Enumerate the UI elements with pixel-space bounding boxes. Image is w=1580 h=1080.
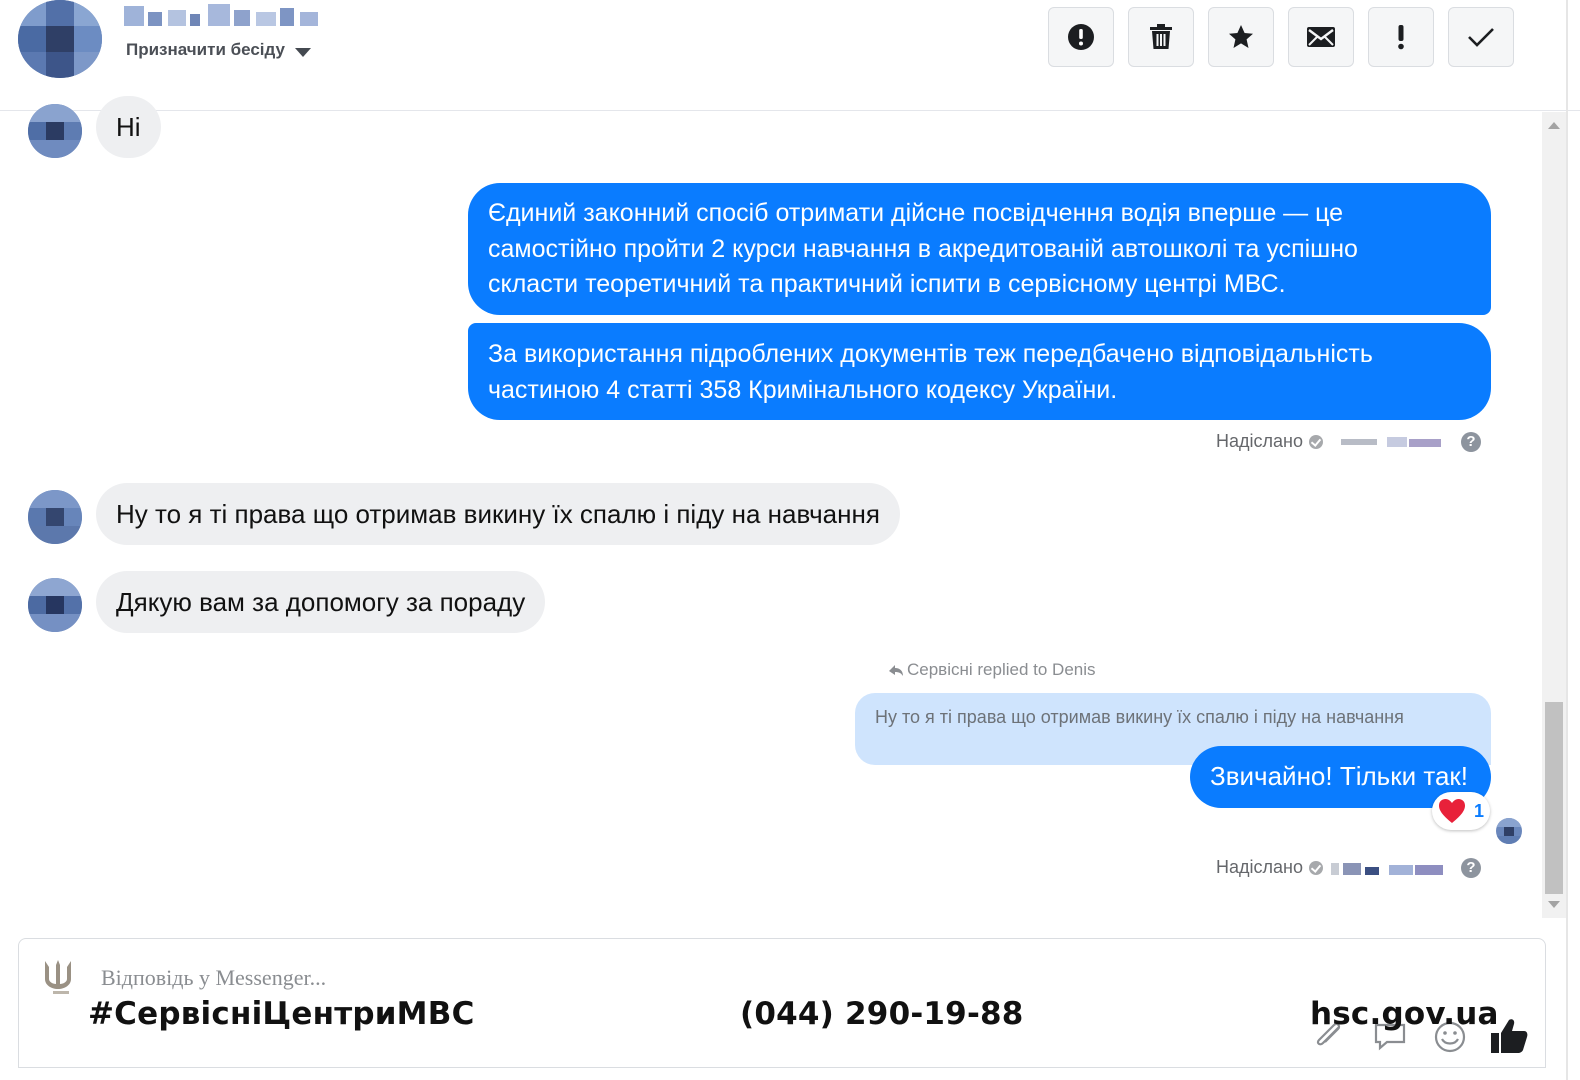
message-line: За використання підроблених документів т… xyxy=(488,340,1373,368)
sender-avatar xyxy=(28,490,82,544)
sender-avatar xyxy=(28,104,82,158)
seen-avatar xyxy=(1496,818,1522,844)
hashtag-text: #СервісніЦентриМВС xyxy=(88,996,475,1032)
message-line: Єдиний законний спосіб отримати дійсне п… xyxy=(488,199,1344,227)
message-line: скласти теоретичний та практичний іспити… xyxy=(488,270,1286,298)
incoming-message: Ну то я ті права що отримав викину їх сп… xyxy=(96,483,900,545)
message-text: Звичайно! Тільки так! xyxy=(1210,761,1469,791)
trash-icon xyxy=(1150,24,1172,49)
assign-conversation-dropdown[interactable]: Призначити бесіду xyxy=(126,40,311,60)
message-line: самостійно пройти 2 курси навчання в акр… xyxy=(488,234,1358,263)
scroll-up-arrow-icon[interactable] xyxy=(1548,122,1560,129)
help-icon[interactable]: ? xyxy=(1460,431,1481,452)
sender-avatar xyxy=(28,578,82,632)
reply-indicator: Сервісні replied to Denis xyxy=(888,660,1096,680)
sent-label: Надіслано xyxy=(1216,431,1303,451)
help-icon[interactable]: ? xyxy=(1460,857,1481,878)
conversation-toolbar xyxy=(1048,7,1514,67)
envelope-icon xyxy=(1307,27,1335,47)
spam-button[interactable] xyxy=(1048,7,1114,67)
checkmark-icon xyxy=(1468,28,1494,47)
outgoing-message: Єдиний законний спосіб отримати дійсне п… xyxy=(468,183,1491,315)
phone-text: (044) 290-19-88 xyxy=(740,996,1024,1032)
star-icon xyxy=(1229,25,1253,48)
message-text: Дякую вам за допомогу за пораду xyxy=(116,586,526,617)
incoming-message: Ні xyxy=(96,96,161,158)
agent-name-redacted xyxy=(1329,435,1449,449)
message-text: Ні xyxy=(116,111,141,142)
reaction-badge[interactable]: 1 xyxy=(1432,792,1490,830)
trident-emblem-icon xyxy=(45,960,71,994)
star-button[interactable] xyxy=(1208,7,1274,67)
assign-label: Призначити бесіду xyxy=(126,40,285,59)
message-text: Ну то я ті права що отримав викину їх сп… xyxy=(116,498,880,529)
scrollbar-thumb[interactable] xyxy=(1545,702,1563,894)
message-line: частиною 4 статті 358 Кримінального коде… xyxy=(488,375,1118,404)
quoted-text: Ну то я ті права що отримав викину їх сп… xyxy=(875,707,1404,727)
reply-arrow-icon xyxy=(889,665,903,676)
contact-avatar[interactable] xyxy=(18,0,102,78)
mark-unread-button[interactable] xyxy=(1288,7,1354,67)
sent-check-icon xyxy=(1308,434,1323,449)
exclamation-icon xyxy=(1398,25,1404,50)
sent-check-icon xyxy=(1308,860,1323,875)
replied-label: Сервісні replied to Denis xyxy=(907,660,1096,679)
outgoing-message: За використання підроблених документів т… xyxy=(468,323,1491,420)
caret-down-icon xyxy=(295,47,311,57)
panel-border xyxy=(1566,0,1568,1080)
incoming-message: Дякую вам за допомогу за пораду xyxy=(96,571,546,633)
reply-input-placeholder[interactable]: Відповідь у Messenger... xyxy=(101,965,326,991)
sent-label: Надіслано xyxy=(1216,857,1303,877)
heart-icon xyxy=(1438,799,1465,823)
sent-status: Надіслано ? xyxy=(1216,431,1481,452)
delete-button[interactable] xyxy=(1128,7,1194,67)
website-text[interactable]: hsc.gov.ua xyxy=(1310,996,1499,1032)
scroll-down-arrow-icon[interactable] xyxy=(1548,901,1560,908)
agent-name-redacted xyxy=(1329,861,1449,875)
conversation-header: Призначити бесіду xyxy=(0,0,1580,111)
contact-name-redacted xyxy=(124,4,320,28)
reaction-count: 1 xyxy=(1473,800,1484,821)
alert-circle-icon xyxy=(1068,24,1094,50)
important-button[interactable] xyxy=(1368,7,1434,67)
scrollbar[interactable] xyxy=(1542,112,1566,918)
done-button[interactable] xyxy=(1448,7,1514,67)
sent-status: Надіслано ? xyxy=(1216,857,1481,878)
